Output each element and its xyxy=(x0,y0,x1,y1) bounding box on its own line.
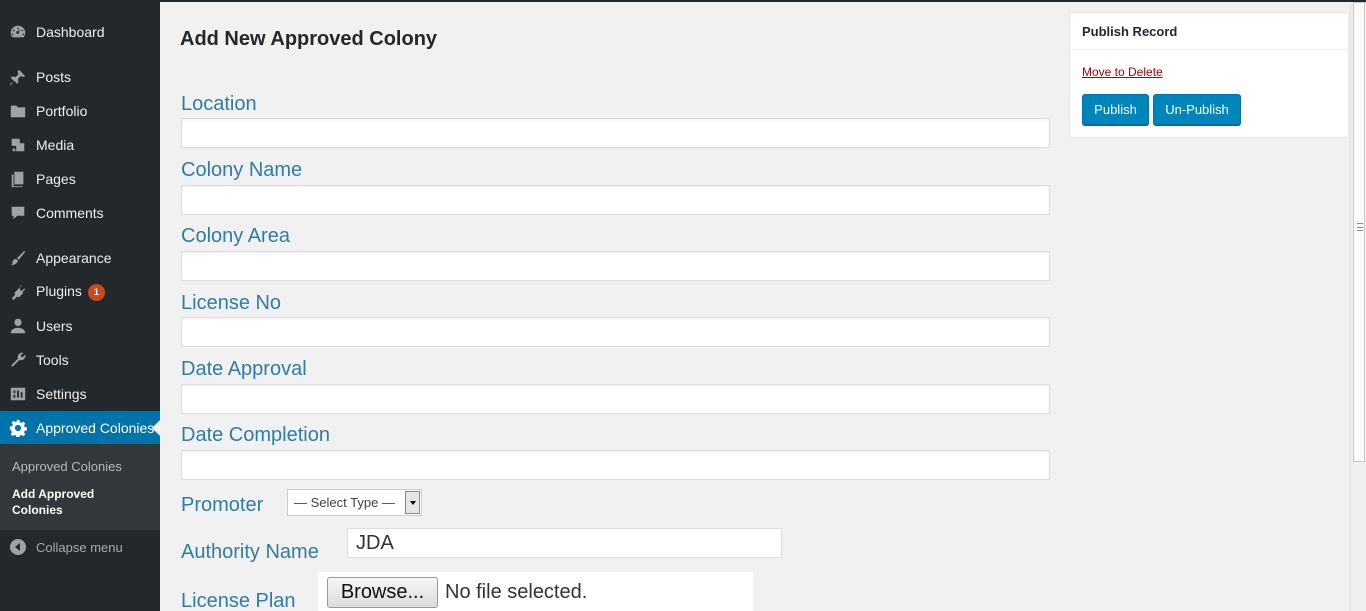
date-approval-input[interactable] xyxy=(181,384,1050,414)
file-status-text: No file selected. xyxy=(445,581,588,603)
dashboard-icon xyxy=(8,22,28,42)
sidebar-item-media[interactable]: Media xyxy=(0,128,160,162)
collapse-menu-label: Collapse menu xyxy=(36,539,123,555)
promoter-select[interactable]: — Select Type — xyxy=(287,489,422,516)
approved-colonies-submenu: Approved Colonies Add Approved Colonies xyxy=(0,444,160,530)
media-icon xyxy=(8,135,28,155)
colony-name-input[interactable] xyxy=(181,185,1050,215)
promoter-select-value: — Select Type — xyxy=(294,495,395,510)
sidebar-item-label: Portfolio xyxy=(36,103,88,119)
plugin-icon xyxy=(8,282,28,302)
sidebar-item-label: Posts xyxy=(36,69,72,85)
unpublish-button[interactable]: Un-Publish xyxy=(1153,94,1241,125)
settings-icon xyxy=(8,384,28,404)
sidebar-item-comments[interactable]: Comments xyxy=(0,196,160,230)
authority-name-label: Authority Name xyxy=(181,541,319,563)
colony-area-label: Colony Area xyxy=(181,225,290,247)
scrollbar-grip-icon xyxy=(1357,223,1363,231)
publish-box-title: Publish Record xyxy=(1070,13,1348,50)
folder-icon xyxy=(8,101,28,121)
sidebar-item-portfolio[interactable]: Portfolio xyxy=(0,94,160,128)
sidebar-item-label: Pages xyxy=(36,171,76,187)
authority-name-value: JDA xyxy=(356,531,394,554)
sidebar-item-label: Approved Colonies xyxy=(36,420,155,436)
publish-button[interactable]: Publish xyxy=(1082,94,1149,125)
plugins-update-badge: 1 xyxy=(87,283,105,301)
sidebar-item-plugins[interactable]: Plugins 1 xyxy=(0,275,160,309)
submenu-item-approved-colonies[interactable]: Approved Colonies xyxy=(12,459,122,474)
date-completion-label: Date Completion xyxy=(181,424,330,446)
sidebar-item-label: Dashboard xyxy=(36,24,105,40)
sidebar-item-dashboard[interactable]: Dashboard xyxy=(0,15,160,49)
pages-icon xyxy=(8,169,28,189)
brush-icon xyxy=(8,248,28,268)
browse-button[interactable]: Browse... xyxy=(327,577,438,608)
comment-icon xyxy=(8,203,28,223)
date-completion-input[interactable] xyxy=(181,450,1050,480)
sidebar-item-tools[interactable]: Tools xyxy=(0,343,160,377)
location-label: Location xyxy=(181,93,257,115)
sidebar-item-label: Plugins 1 xyxy=(36,283,105,301)
date-approval-label: Date Approval xyxy=(181,358,307,380)
active-menu-arrow xyxy=(152,420,160,436)
sidebar-item-posts[interactable]: Posts xyxy=(0,60,160,94)
sidebar-item-label: Tools xyxy=(36,352,69,368)
admin-sidebar: Dashboard Posts Portfolio Media Pages Co… xyxy=(0,2,160,611)
scrollbar-thumb[interactable] xyxy=(1353,2,1365,462)
user-icon xyxy=(8,316,28,336)
license-plan-label: License Plan xyxy=(181,590,296,611)
collapse-menu-button[interactable]: Collapse menu xyxy=(0,532,160,562)
publish-record-box: Publish Record Move to Delete Publish Un… xyxy=(1069,12,1349,138)
page-title: Add New Approved Colony xyxy=(180,28,438,50)
sidebar-item-approved-colonies[interactable]: Approved Colonies xyxy=(0,411,160,445)
gear-icon xyxy=(8,418,28,438)
sidebar-item-label: Users xyxy=(36,318,73,334)
sidebar-item-label: Media xyxy=(36,137,75,153)
sidebar-item-users[interactable]: Users xyxy=(0,309,160,343)
collapse-arrow-icon xyxy=(9,538,27,556)
pin-icon xyxy=(8,67,28,87)
sidebar-item-label: Appearance xyxy=(36,250,112,266)
chevron-down-icon xyxy=(405,491,420,514)
wrench-icon xyxy=(8,350,28,370)
location-input[interactable] xyxy=(181,118,1050,148)
page-scrollbar[interactable] xyxy=(1350,2,1366,611)
promoter-label: Promoter xyxy=(181,494,264,516)
sidebar-item-appearance[interactable]: Appearance xyxy=(0,241,160,275)
sidebar-item-label: Comments xyxy=(36,205,104,221)
colony-area-input[interactable] xyxy=(181,251,1050,281)
license-no-label: License No xyxy=(181,292,282,314)
license-no-input[interactable] xyxy=(181,317,1050,347)
colony-name-label: Colony Name xyxy=(181,159,303,181)
sidebar-item-label: Settings xyxy=(36,386,87,402)
authority-name-input[interactable]: JDA xyxy=(347,528,782,558)
sidebar-item-pages[interactable]: Pages xyxy=(0,162,160,196)
move-to-delete-link[interactable]: Move to Delete xyxy=(1082,65,1163,79)
license-plan-file-input: Browse... No file selected. xyxy=(318,572,753,611)
sidebar-item-settings[interactable]: Settings xyxy=(0,377,160,411)
submenu-item-add-approved-colonies[interactable]: Add Approved Colonies xyxy=(12,486,132,518)
